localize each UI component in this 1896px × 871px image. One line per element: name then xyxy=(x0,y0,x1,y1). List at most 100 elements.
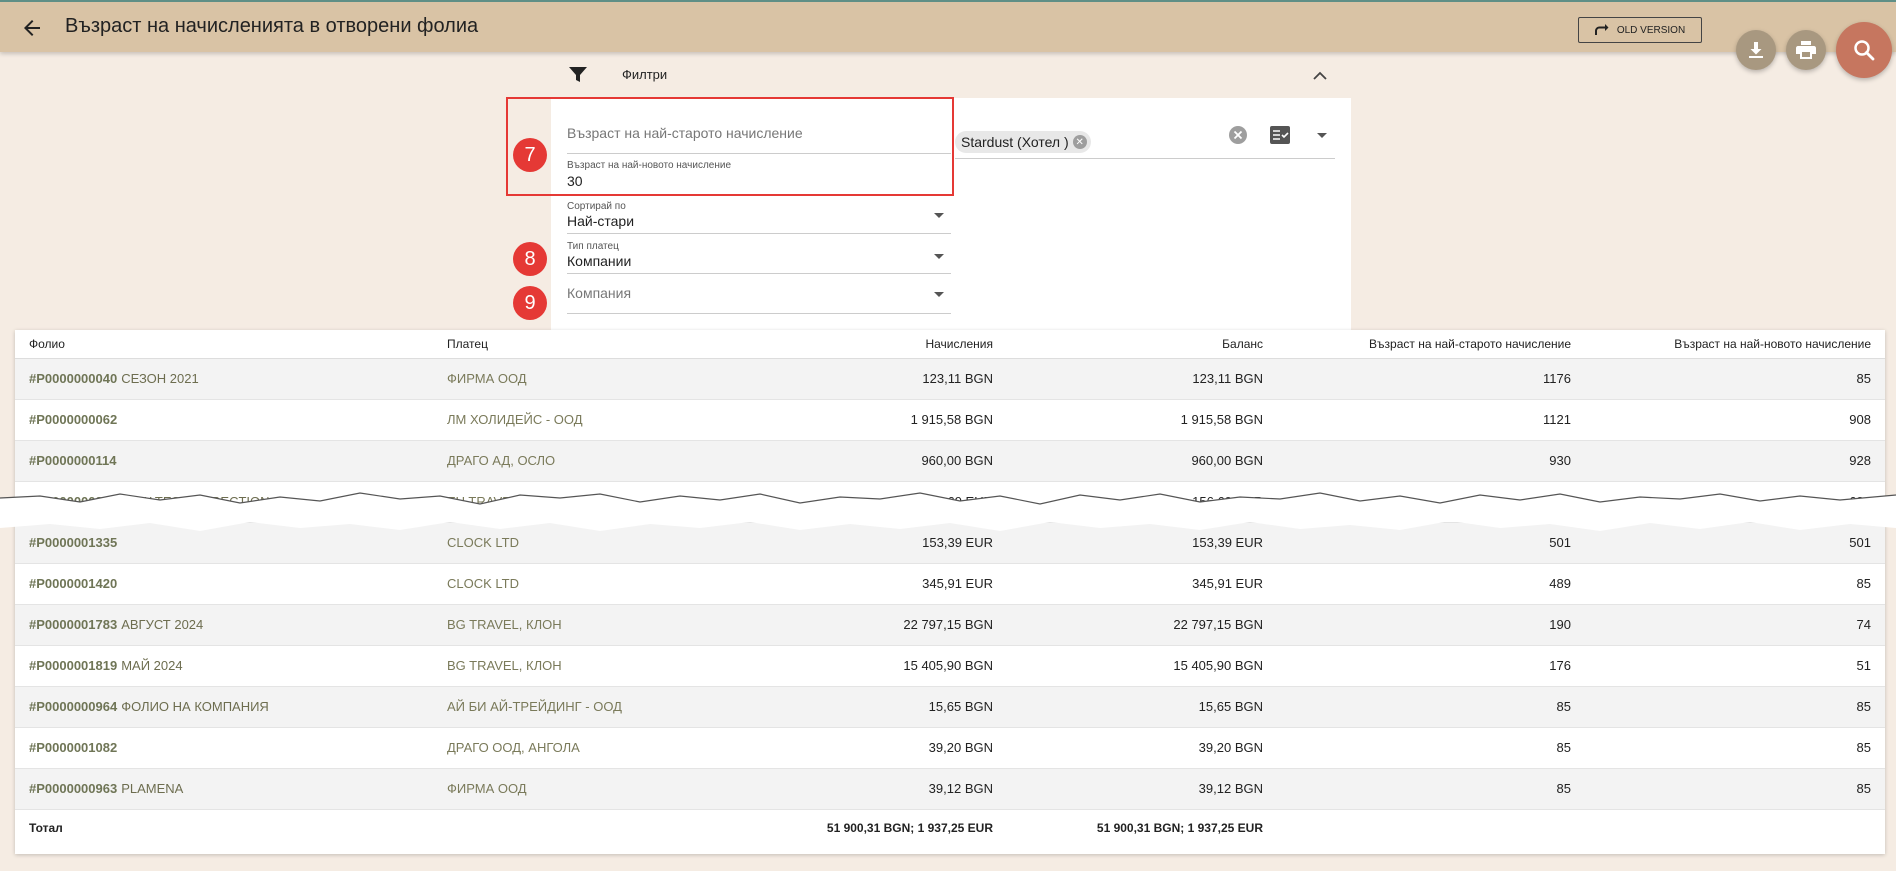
aging-table: Фолио Платец Начисления Баланс Възраст н… xyxy=(15,330,1885,854)
column-header-oldest[interactable]: Възраст на най-старото начисление xyxy=(1277,330,1585,359)
folio-cell[interactable]: #P0000000114 xyxy=(15,440,433,482)
chevron-down-icon[interactable] xyxy=(934,254,944,259)
folio-id[interactable]: #P0000000114 xyxy=(29,453,116,468)
folio-id[interactable]: #P0000001082 xyxy=(29,740,117,755)
clear-icon[interactable] xyxy=(1228,125,1248,145)
redo-arrow-icon xyxy=(1594,24,1609,35)
folio-name: СЕЗОН 2021 xyxy=(121,371,199,386)
sort-select[interactable]: Сортирай по Най-стари xyxy=(567,199,951,234)
payer-cell: ЛМ ХОЛИДЕЙС - ООД xyxy=(433,399,721,441)
payer-cell: АЙ БИ АЙ-ТРЕЙДИНГ - ООД xyxy=(433,686,721,728)
folio-cell[interactable]: #P0000001420 xyxy=(15,563,433,605)
company-placeholder: Компания xyxy=(567,285,632,301)
total-empty xyxy=(433,809,721,847)
balance-cell: 960,00 BGN xyxy=(1007,440,1277,482)
step-badge-9: 9 xyxy=(513,286,547,320)
charges-cell: 39,12 BGN xyxy=(721,768,1007,810)
payer-cell: BG TRAVEL, КЛОН xyxy=(433,645,721,687)
filters-header[interactable]: Филтри xyxy=(568,62,1330,92)
newest-age-cell: 85 xyxy=(1585,768,1885,810)
newest-age-cell: 85 xyxy=(1585,563,1885,605)
charges-cell: 39,20 BGN xyxy=(721,727,1007,769)
folio-id[interactable]: #P0000000964 xyxy=(29,699,117,714)
back-arrow-icon[interactable] xyxy=(20,16,44,40)
payer-cell: CLOCK LTD xyxy=(433,563,721,605)
column-header-folio[interactable]: Фолио xyxy=(15,330,433,359)
table-row[interactable]: #P0000001783 АВГУСТ 2024 BG TRAVEL, КЛОН 22… xyxy=(15,604,1885,646)
select-all-icon[interactable] xyxy=(1269,125,1291,145)
oldest-age-cell: 489 xyxy=(1277,563,1585,605)
folio-id[interactable]: #P0000000963 xyxy=(29,781,117,796)
table-row[interactable]: #P0000001420 CLOCK LTD 345,91 EUR 345,91 EU… xyxy=(15,563,1885,605)
folio-name: PLAMENA xyxy=(121,781,184,796)
download-button[interactable] xyxy=(1736,30,1776,70)
oldest-age-cell: 85 xyxy=(1277,768,1585,810)
newest-age-cell: 51 xyxy=(1585,645,1885,687)
charges-cell: 123,11 BGN xyxy=(721,358,1007,400)
balance-cell: 15,65 BGN xyxy=(1007,686,1277,728)
chevron-down-icon[interactable] xyxy=(1317,133,1327,138)
highlight-box xyxy=(506,97,954,196)
total-balance: 51 900,31 BGN; 1 937,25 EUR xyxy=(1096,821,1263,836)
folio-cell[interactable]: #P0000000040 СЕЗОН 2021 xyxy=(15,358,433,400)
page-title: Възраст на начисленията в отворени фолиа xyxy=(65,15,479,37)
search-icon xyxy=(1854,40,1875,61)
newest-age-cell: 85 xyxy=(1585,727,1885,769)
oldest-age-cell: 85 xyxy=(1277,686,1585,728)
table-row[interactable]: #P0000000963 PLAMENA ФИРМА ООД 39,12 BGN 39,… xyxy=(15,768,1885,810)
folio-cell[interactable]: #P0000001819 МАЙ 2024 xyxy=(15,645,433,687)
newest-age-cell: 85 xyxy=(1585,686,1885,728)
table-row[interactable]: #P0000000964 ФОЛИО НА КОМПАНИЯ АЙ БИ АЙ-ТР… xyxy=(15,686,1885,728)
old-version-button[interactable]: OLD VERSION xyxy=(1578,17,1702,43)
column-header-balance[interactable]: Баланс xyxy=(1007,330,1277,359)
folio-cell[interactable]: #P0000001082 xyxy=(15,727,433,769)
folio-cell[interactable]: #P0000001783 АВГУСТ 2024 xyxy=(15,604,433,646)
sort-value: Най-стари xyxy=(567,213,635,229)
folio-id[interactable]: #P0000000062 xyxy=(29,412,117,427)
oldest-age-cell: 930 xyxy=(1277,440,1585,482)
payer-type-select[interactable]: Тип платец Компании xyxy=(567,239,951,274)
download-icon xyxy=(1749,42,1763,58)
balance-cell: 39,20 BGN xyxy=(1007,727,1277,769)
search-button[interactable] xyxy=(1836,22,1892,78)
folio-name: АВГУСТ 2024 xyxy=(121,617,204,632)
folio-cell[interactable]: #P0000000963 PLAMENA xyxy=(15,768,433,810)
folio-cell[interactable]: #P0000000062 xyxy=(15,399,433,441)
folio-cell[interactable]: #P0000000964 ФОЛИО НА КОМПАНИЯ xyxy=(15,686,433,728)
step-badge-7: 7 xyxy=(513,138,547,172)
chevron-up-icon[interactable] xyxy=(1310,66,1330,86)
newest-age-cell: 928 xyxy=(1585,440,1885,482)
charges-cell: 960,00 BGN xyxy=(721,440,1007,482)
filters-title: Филтри xyxy=(622,67,668,82)
oldest-age-cell: 190 xyxy=(1277,604,1585,646)
hotel-chip[interactable]: Stardust (Хотел ) ✕ xyxy=(955,131,1091,153)
chevron-down-icon[interactable] xyxy=(934,292,944,297)
step-badge-8: 8 xyxy=(513,242,547,276)
chevron-down-icon[interactable] xyxy=(934,213,944,218)
column-header-newest[interactable]: Възраст на най-новото начисление xyxy=(1585,330,1885,359)
total-empty xyxy=(1585,809,1885,847)
folio-id[interactable]: #P0000000040 xyxy=(29,371,117,386)
table-row[interactable]: #P0000000114 ДРАГО АД, ОСЛО 960,00 BGN 960,… xyxy=(15,440,1885,482)
column-header-payer[interactable]: Платец xyxy=(433,330,721,359)
folio-id[interactable]: #P0000001783 xyxy=(29,617,117,632)
column-header-charges[interactable]: Начисления xyxy=(721,330,1007,359)
table-row[interactable]: #P0000001819 МАЙ 2024 BG TRAVEL, КЛОН 15 40… xyxy=(15,645,1885,687)
table-row[interactable]: #P0000001082 ДРАГО ООД, АНГОЛА 39,20 BGN 39… xyxy=(15,727,1885,769)
table-row[interactable]: #P0000000062 ЛМ ХОЛИДЕЙС - ООД 1 915,58 BG… xyxy=(15,399,1885,441)
oldest-age-cell: 176 xyxy=(1277,645,1585,687)
hotel-chip-label: Stardust (Хотел ) xyxy=(961,134,1069,150)
company-select[interactable]: Компания xyxy=(567,280,951,314)
payer-cell: BG TRAVEL, КЛОН xyxy=(433,604,721,646)
old-version-label: OLD VERSION xyxy=(1616,24,1686,36)
table-row[interactable]: #P0000000040 СЕЗОН 2021 ФИРМА ООД 123,11 BG… xyxy=(15,358,1885,400)
folio-id[interactable]: #P0000001420 xyxy=(29,576,117,591)
newest-age-cell: 74 xyxy=(1585,604,1885,646)
balance-cell: 123,11 BGN xyxy=(1007,358,1277,400)
chip-remove-icon[interactable]: ✕ xyxy=(1072,135,1087,149)
charges-cell: 22 797,15 BGN xyxy=(721,604,1007,646)
app-header: Възраст на начисленията в отворени фолиа… xyxy=(0,0,1896,52)
print-button[interactable] xyxy=(1786,30,1826,70)
total-row: Тотал 51 900,31 BGN; 1 937,25 EUR 51 900… xyxy=(15,809,1885,847)
folio-id[interactable]: #P0000001819 xyxy=(29,658,117,673)
